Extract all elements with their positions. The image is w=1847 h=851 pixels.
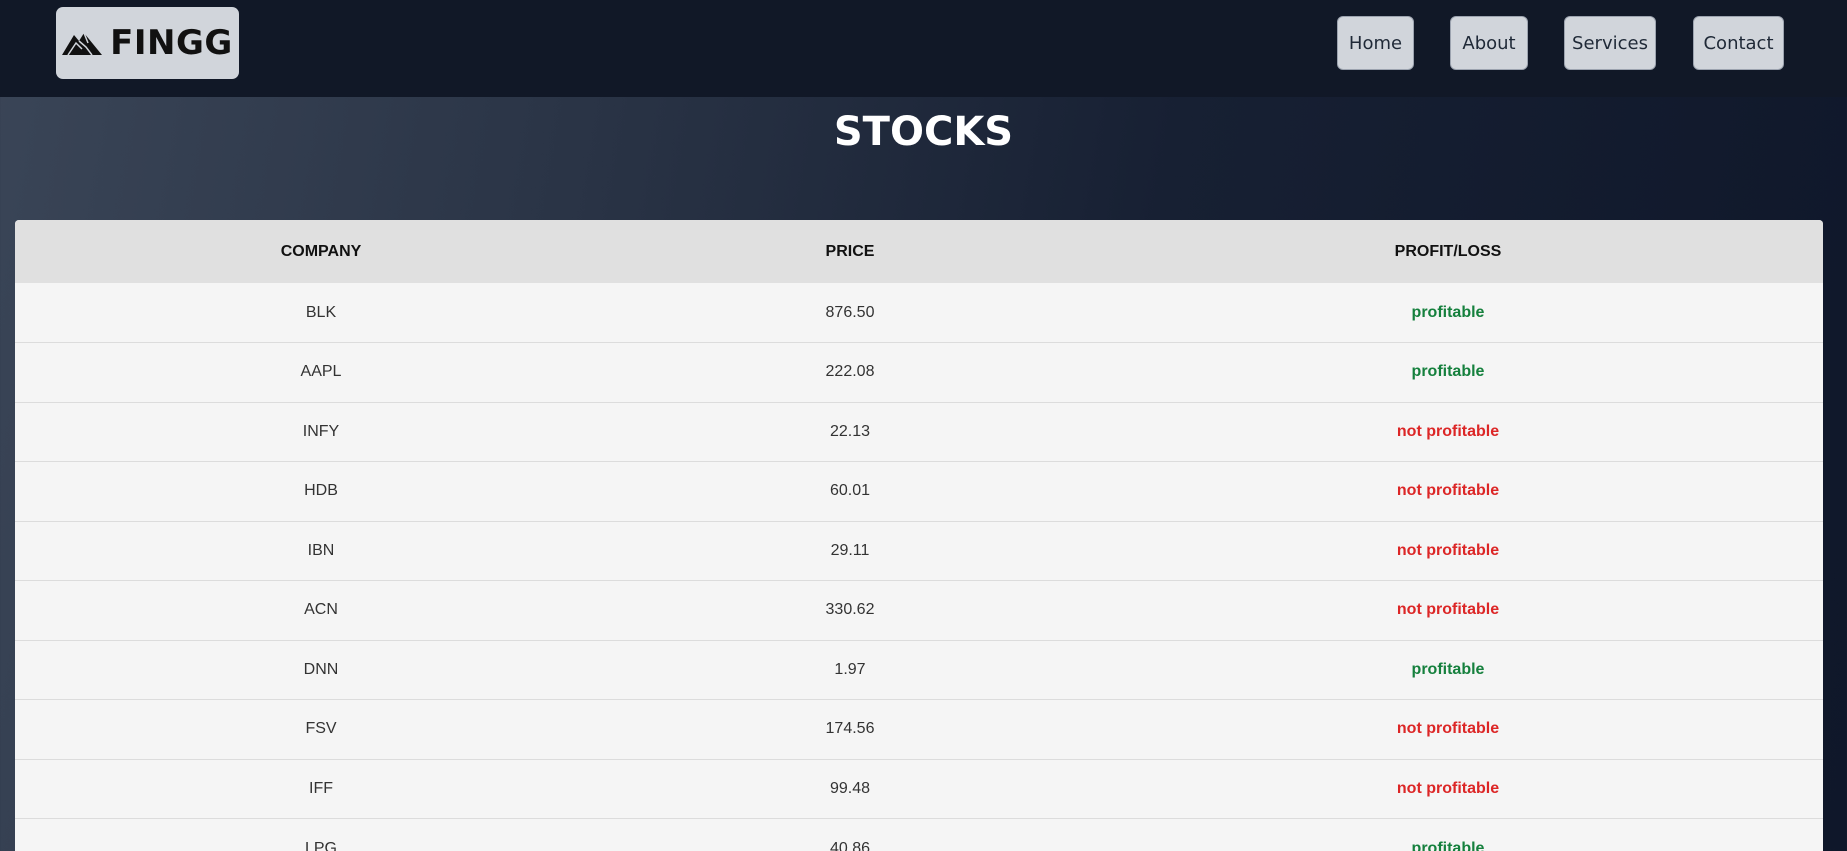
column-header-company: COMPANY — [280, 242, 362, 260]
company-cell: IBN — [307, 541, 335, 559]
table-row: INFY 22.13 not profitable — [15, 402, 1823, 462]
status-cell: not profitable — [1396, 541, 1500, 559]
price-cell: 174.56 — [825, 720, 875, 738]
status-cell: not profitable — [1396, 422, 1500, 440]
price-cell: 29.11 — [830, 541, 870, 559]
status-cell: not profitable — [1396, 601, 1500, 619]
table-row: FSV 174.56 not profitable — [15, 699, 1823, 760]
nav-services-button[interactable]: Services — [1564, 16, 1656, 70]
table-row: LPG 40.86 profitable — [15, 818, 1823, 851]
status-cell: profitable — [1411, 303, 1485, 321]
price-cell: 222.08 — [825, 363, 875, 381]
status-cell: not profitable — [1396, 720, 1500, 738]
column-header-profit-loss: PROFIT/LOSS — [1394, 242, 1502, 260]
table-row: BLK 876.50 profitable — [15, 283, 1823, 343]
table-row: ACN 330.62 not profitable — [15, 580, 1823, 641]
price-cell: 22.13 — [829, 422, 871, 440]
price-cell: 876.50 — [825, 303, 875, 321]
status-cell: profitable — [1411, 839, 1485, 851]
company-cell: BLK — [305, 303, 337, 321]
company-cell: INFY — [302, 422, 340, 440]
nav-about-button[interactable]: About — [1450, 16, 1528, 70]
company-cell: ACN — [304, 601, 338, 619]
nav-home-button[interactable]: Home — [1337, 16, 1414, 70]
table-body: BLK 876.50 profitable AAPL 222.08 profit… — [15, 283, 1823, 851]
company-cell: FSV — [305, 720, 337, 738]
stocks-table-container: COMPANY PRICE PROFIT/LOSS BLK 876.50 pro… — [15, 220, 1823, 851]
table-row: IBN 29.11 not profitable — [15, 521, 1823, 581]
company-cell: DNN — [303, 660, 339, 678]
company-cell: IFF — [309, 779, 333, 797]
price-cell: 99.48 — [829, 779, 871, 797]
table-row: AAPL 222.08 profitable — [15, 342, 1823, 403]
price-cell: 330.62 — [825, 601, 875, 619]
table-row: DNN 1.97 profitable — [15, 640, 1823, 700]
table-header: COMPANY PRICE PROFIT/LOSS — [15, 220, 1823, 283]
status-cell: not profitable — [1396, 779, 1500, 797]
mountain-logo-icon — [62, 32, 103, 56]
brand-name: FINGG — [110, 23, 233, 63]
table-row: HDB 60.01 not profitable — [15, 461, 1823, 522]
company-cell: HDB — [304, 482, 338, 500]
status-cell: profitable — [1411, 363, 1485, 381]
column-header-price: PRICE — [825, 242, 875, 260]
price-cell: 1.97 — [834, 660, 866, 678]
nav-contact-button[interactable]: Contact — [1693, 16, 1784, 70]
navbar: FINGG Home About Services Contact — [0, 0, 1847, 97]
page-title: STOCKS — [833, 109, 1014, 155]
brand-logo[interactable]: FINGG — [56, 7, 239, 79]
price-cell: 60.01 — [829, 482, 871, 500]
status-cell: not profitable — [1396, 482, 1500, 500]
status-cell: profitable — [1411, 660, 1485, 678]
price-cell: 40.86 — [829, 839, 871, 851]
company-cell: LPG — [304, 839, 337, 851]
company-cell: AAPL — [300, 363, 342, 381]
stocks-table: COMPANY PRICE PROFIT/LOSS BLK 876.50 pro… — [15, 220, 1823, 851]
table-row: IFF 99.48 not profitable — [15, 759, 1823, 819]
